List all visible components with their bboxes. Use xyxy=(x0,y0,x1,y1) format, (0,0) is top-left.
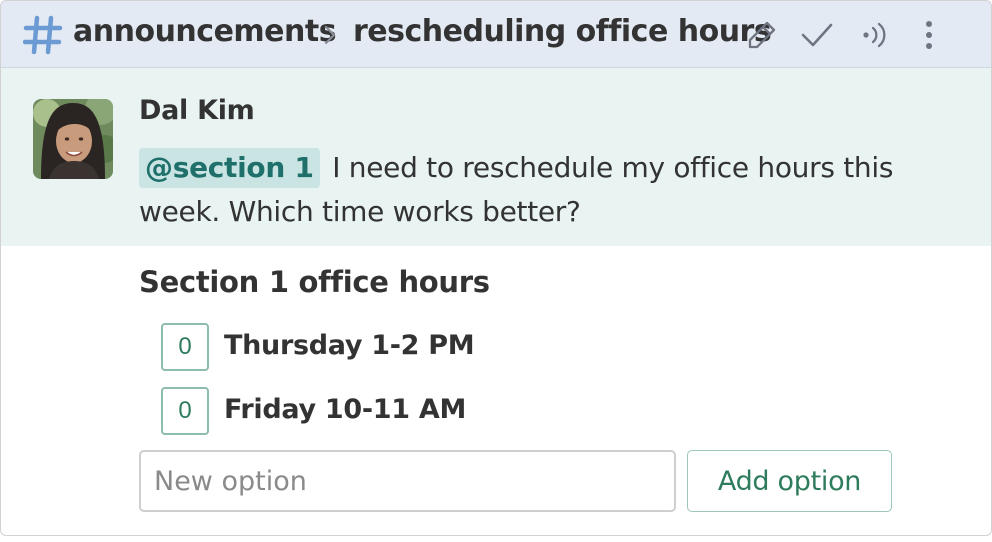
vote-button[interactable]: 0 xyxy=(161,387,209,435)
follow-topic-button[interactable] xyxy=(855,15,893,55)
broadcast-icon xyxy=(858,19,890,51)
message-content: @section 1 I need to reschedule my offic… xyxy=(139,146,899,234)
topic-name[interactable]: rescheduling office hours xyxy=(353,14,772,49)
poll-option: 0 Friday 10-11 AM xyxy=(161,387,661,439)
message-view: announcements rescheduling office hours xyxy=(0,0,992,536)
user-group-mention[interactable]: @section 1 xyxy=(139,148,320,188)
poll-option-label: Thursday 1-2 PM xyxy=(224,330,475,361)
add-option-button[interactable]: Add option xyxy=(687,450,892,512)
poll-option-label: Friday 10-11 AM xyxy=(224,394,467,425)
poll-option: 0 Thursday 1-2 PM xyxy=(161,323,661,375)
resolve-topic-button[interactable] xyxy=(798,15,836,55)
message-row: Dal Kim @section 1 I need to reschedule … xyxy=(1,68,991,246)
chevron-right-icon xyxy=(323,23,337,47)
topic-header: announcements rescheduling office hours xyxy=(1,1,991,68)
hashtag-icon xyxy=(22,15,63,55)
edit-topic-button[interactable] xyxy=(743,15,781,55)
sender-name[interactable]: Dal Kim xyxy=(139,95,255,126)
poll-title: Section 1 office hours xyxy=(139,265,490,299)
stream-name[interactable]: announcements xyxy=(73,14,337,49)
more-actions-button[interactable] xyxy=(910,15,948,55)
more-vertical-icon xyxy=(923,19,935,51)
user-avatar[interactable] xyxy=(33,99,113,179)
check-icon xyxy=(800,21,834,49)
new-option-input[interactable] xyxy=(139,450,676,512)
pencil-icon xyxy=(746,19,778,51)
vote-button[interactable]: 0 xyxy=(161,323,209,371)
